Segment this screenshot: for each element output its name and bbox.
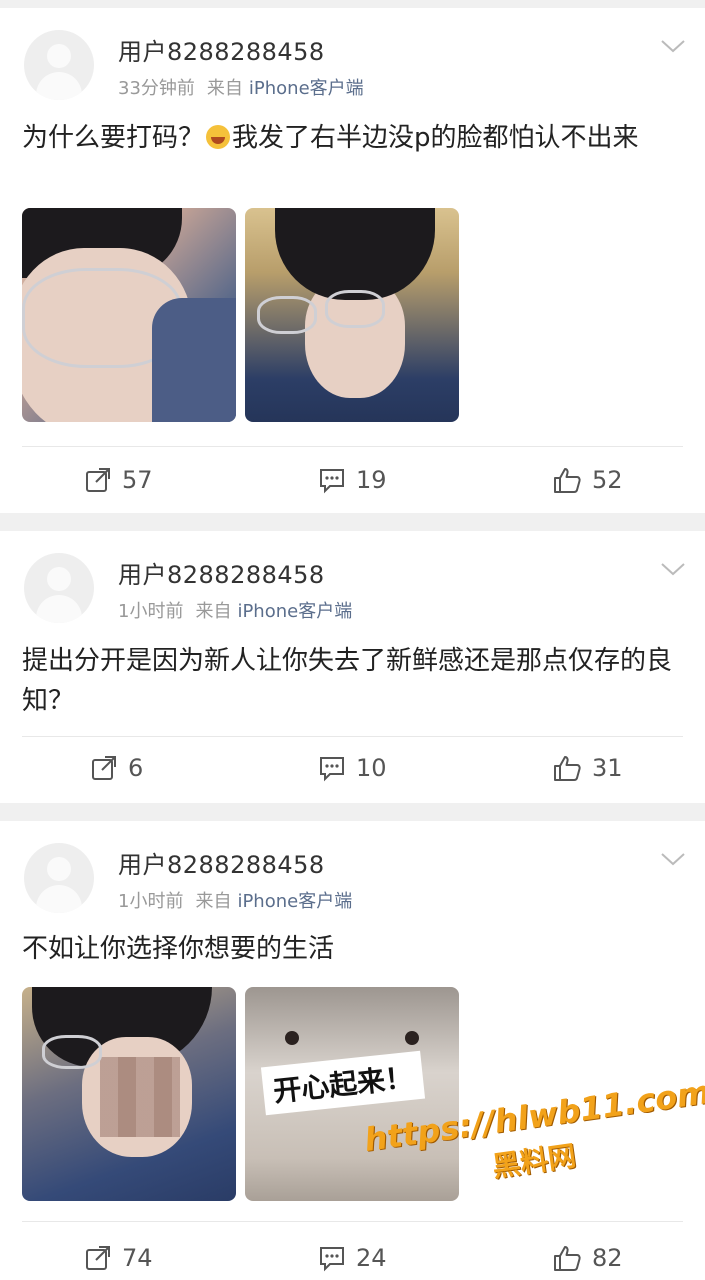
post-time: 33分钟前: [118, 78, 195, 99]
username[interactable]: 用户8288288458: [118, 555, 325, 590]
repost-icon: [92, 756, 116, 780]
post-meta: 1小时前 来自 iPhone客户端: [118, 597, 352, 623]
post-image[interactable]: [22, 987, 236, 1201]
like-button[interactable]: 82: [552, 1244, 623, 1272]
repost-icon: [86, 1246, 110, 1270]
source-device: iPhone客户端: [237, 891, 353, 912]
post-time: 1小时前: [118, 601, 184, 622]
post-card[interactable]: 用户8288288458 1小时前 来自 iPhone客户端 提出分开是因为新人让你…: [0, 531, 705, 803]
comment-icon: [320, 469, 344, 494]
avatar[interactable]: [24, 843, 94, 913]
comment-count: 24: [356, 1244, 387, 1272]
comment-icon: [320, 1247, 344, 1272]
source-device: iPhone客户端: [248, 78, 364, 99]
thumbs-up-icon: [554, 756, 581, 781]
post-text-part: 我发了右半边没p的脸都怕认不出来: [232, 123, 639, 153]
post-card[interactable]: 用户8288288458 33分钟前 来自 iPhone客户端 为什么要打码？ 我发了…: [0, 8, 705, 513]
avatar[interactable]: [24, 30, 94, 100]
repost-button[interactable]: 74: [84, 1244, 153, 1272]
post-meta: 33分钟前 来自 iPhone客户端: [118, 74, 364, 100]
post-text: 为什么要打码？ 我发了右半边没p的脸都怕认不出来: [22, 118, 682, 158]
post-text: 提出分开是因为新人让你失去了新鲜感还是那点仅存的良知？: [22, 646, 673, 716]
comment-icon: [320, 757, 344, 782]
thumbs-up-icon: [554, 1246, 581, 1271]
chevron-down-icon[interactable]: [659, 849, 687, 869]
username[interactable]: 用户8288288458: [118, 32, 325, 67]
post-image[interactable]: [22, 208, 236, 422]
comment-button[interactable]: 10: [318, 754, 387, 782]
post-image[interactable]: [245, 208, 459, 422]
source-label: 来自: [195, 601, 232, 622]
repost-count: 6: [128, 754, 144, 782]
like-button[interactable]: 31: [552, 754, 623, 782]
post-text-part: 为什么要打码？: [22, 123, 205, 153]
post-time: 1小时前: [118, 891, 184, 912]
like-count: 52: [592, 466, 623, 494]
post-text: 不如让你选择你想要的生活: [22, 934, 335, 964]
laughing-tears-emoji: [206, 125, 231, 149]
like-count: 31: [592, 754, 623, 782]
like-count: 82: [592, 1244, 623, 1272]
repost-icon: [86, 468, 110, 492]
like-button[interactable]: 52: [552, 466, 623, 494]
repost-button[interactable]: 57: [84, 466, 153, 494]
repost-count: 57: [122, 466, 153, 494]
comment-button[interactable]: 24: [318, 1244, 387, 1272]
comment-button[interactable]: 19: [318, 466, 387, 494]
username[interactable]: 用户8288288458: [118, 845, 325, 880]
source-label: 来自: [206, 78, 243, 99]
comment-count: 19: [356, 466, 387, 494]
post-card[interactable]: 用户8288288458 1小时前 来自 iPhone客户端 不如让你选择你想要的生…: [0, 821, 705, 1280]
repost-count: 74: [122, 1244, 153, 1272]
chevron-down-icon[interactable]: [659, 36, 687, 56]
source-device: iPhone客户端: [237, 601, 353, 622]
avatar[interactable]: [24, 553, 94, 623]
repost-button[interactable]: 6: [90, 754, 143, 782]
source-label: 来自: [195, 891, 232, 912]
post-meta: 1小时前 来自 iPhone客户端: [118, 887, 352, 913]
comment-count: 10: [356, 754, 387, 782]
chevron-down-icon[interactable]: [659, 559, 687, 579]
thumbs-up-icon: [554, 468, 581, 493]
